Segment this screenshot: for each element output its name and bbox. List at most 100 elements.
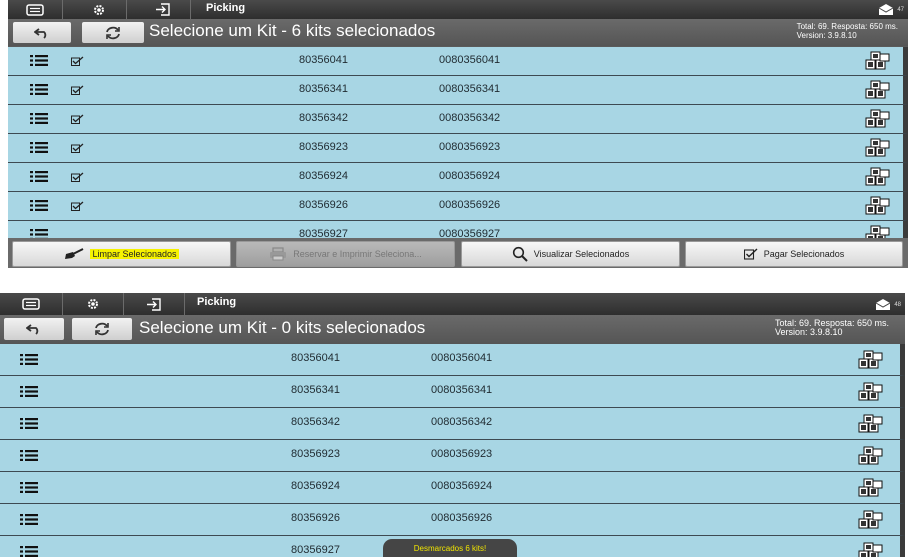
checkbox-icon[interactable] xyxy=(71,56,84,66)
list-icon[interactable] xyxy=(30,141,48,154)
kit-row[interactable]: 80356041 0080356041 xyxy=(0,344,905,376)
menu-button[interactable] xyxy=(8,0,63,19)
status-count: 47 xyxy=(897,6,904,13)
list-icon[interactable] xyxy=(30,83,48,96)
kit-code: 80356924 xyxy=(299,170,348,182)
kit-row[interactable]: 80356924 0080356924 xyxy=(0,472,905,504)
list-icon[interactable] xyxy=(20,449,38,462)
page-title: Selecione um Kit - 6 kits selecionados xyxy=(149,21,436,40)
checkbox-icon[interactable] xyxy=(71,201,84,211)
list-icon[interactable] xyxy=(30,199,48,212)
mail-icon xyxy=(876,299,891,310)
kit-row[interactable]: 80356341 0080356341 xyxy=(0,376,905,408)
response-info: Total: 69. Resposta: 650 ms. Version: 3.… xyxy=(775,319,889,337)
kit-barcode: 0080356041 xyxy=(431,352,493,364)
list-icon[interactable] xyxy=(20,481,38,494)
menu-button[interactable] xyxy=(0,293,63,315)
settings-button[interactable] xyxy=(63,293,124,315)
screen-selected: Picking 47 Selecione um Kit - 6 kits sel… xyxy=(8,0,908,268)
exit-button[interactable] xyxy=(136,0,191,19)
kit-row[interactable]: 80356926 0080356926 xyxy=(0,504,905,536)
settings-button[interactable] xyxy=(72,0,127,19)
boxes-icon[interactable] xyxy=(858,414,884,434)
toast-message: Desmarcados 6 kits! xyxy=(383,539,517,557)
boxes-icon[interactable] xyxy=(865,51,891,71)
kit-row[interactable]: 80356923 0080356923 xyxy=(8,134,908,163)
status-indicator: 47 xyxy=(877,1,904,18)
list-icon[interactable] xyxy=(20,385,38,398)
kit-code: 80356926 xyxy=(291,512,340,524)
kit-barcode: 0080356923 xyxy=(431,448,493,460)
kit-code: 80356342 xyxy=(299,112,348,124)
top-bar: Picking 47 xyxy=(8,0,908,20)
clear-selected-label: Limpar Selecionados xyxy=(90,249,179,259)
checkbox-icon[interactable] xyxy=(71,114,84,124)
kit-code: 80356926 xyxy=(299,199,348,211)
list-icon[interactable] xyxy=(30,112,48,125)
boxes-icon[interactable] xyxy=(858,350,884,370)
status-count: 48 xyxy=(894,301,901,308)
header: Selecione um Kit - 0 kits selecionados T… xyxy=(0,315,905,344)
view-selected-button[interactable]: Visualizar Selecionados xyxy=(461,241,680,267)
undo-icon xyxy=(34,27,47,39)
boxes-icon[interactable] xyxy=(858,382,884,402)
kit-code: 80356924 xyxy=(291,480,340,492)
kit-barcode: 0080356341 xyxy=(431,384,493,396)
version-text: Version: 3.9.8.10 xyxy=(796,31,857,40)
boxes-icon[interactable] xyxy=(858,510,884,530)
kit-barcode: 0080356926 xyxy=(439,199,501,211)
back-button[interactable] xyxy=(13,22,71,43)
kit-row[interactable]: 80356341 0080356341 xyxy=(8,76,908,105)
kit-code: 80356041 xyxy=(291,352,340,364)
reserve-print-label: Reservar e Imprimir Seleciona... xyxy=(293,249,422,259)
list-icon[interactable] xyxy=(30,170,48,183)
boxes-icon[interactable] xyxy=(865,138,891,158)
reserve-print-button[interactable]: Reservar e Imprimir Seleciona... xyxy=(236,241,455,267)
exit-icon xyxy=(156,3,170,16)
pay-selected-button[interactable]: Pagar Selecionados xyxy=(685,241,903,267)
gear-icon xyxy=(94,4,104,15)
kit-code: 80356341 xyxy=(291,384,340,396)
status-indicator: 48 xyxy=(874,296,901,313)
boxes-icon[interactable] xyxy=(865,80,891,100)
kit-row[interactable]: 80356342 0080356342 xyxy=(0,408,905,440)
boxes-icon[interactable] xyxy=(865,196,891,216)
list-icon[interactable] xyxy=(20,513,38,526)
boxes-icon[interactable] xyxy=(858,478,884,498)
kit-barcode: 0080356924 xyxy=(431,480,493,492)
kit-code: 80356927 xyxy=(291,544,340,556)
kit-row[interactable]: 80356923 0080356923 xyxy=(0,440,905,472)
kit-row[interactable]: 80356924 0080356924 xyxy=(8,163,908,192)
kit-row[interactable]: 80356342 0080356342 xyxy=(8,105,908,134)
list-icon[interactable] xyxy=(30,54,48,67)
boxes-icon[interactable] xyxy=(858,446,884,466)
list-icon[interactable] xyxy=(20,545,38,557)
clear-selected-button[interactable]: Limpar Selecionados xyxy=(12,241,231,267)
kit-code: 80356341 xyxy=(299,83,348,95)
kit-code: 80356923 xyxy=(291,448,340,460)
checkbox-icon[interactable] xyxy=(71,143,84,153)
checkbox-icon[interactable] xyxy=(71,172,84,182)
exit-button[interactable] xyxy=(124,293,185,315)
exit-icon xyxy=(147,297,161,311)
menu-icon xyxy=(26,3,44,16)
kit-code: 80356342 xyxy=(291,416,340,428)
list-icon[interactable] xyxy=(20,417,38,430)
menu-icon xyxy=(22,298,40,310)
refresh-button[interactable] xyxy=(72,318,132,340)
back-button[interactable] xyxy=(4,318,64,340)
boxes-icon[interactable] xyxy=(858,542,884,557)
kit-row[interactable]: 80356926 0080356926 xyxy=(8,192,908,221)
boxes-icon[interactable] xyxy=(865,109,891,129)
refresh-button[interactable] xyxy=(82,22,144,43)
boxes-icon[interactable] xyxy=(865,167,891,187)
page-title: Selecione um Kit - 0 kits selecionados xyxy=(139,318,426,337)
list-icon[interactable] xyxy=(20,353,38,366)
kit-barcode: 0080356041 xyxy=(439,54,501,66)
checkbox-icon[interactable] xyxy=(71,85,84,95)
broom-icon xyxy=(65,248,84,259)
kit-barcode: 0080356342 xyxy=(431,416,493,428)
refresh-icon xyxy=(106,26,120,39)
kit-row[interactable]: 80356041 0080356041 xyxy=(8,47,908,76)
top-bar: Picking 48 xyxy=(0,293,905,316)
